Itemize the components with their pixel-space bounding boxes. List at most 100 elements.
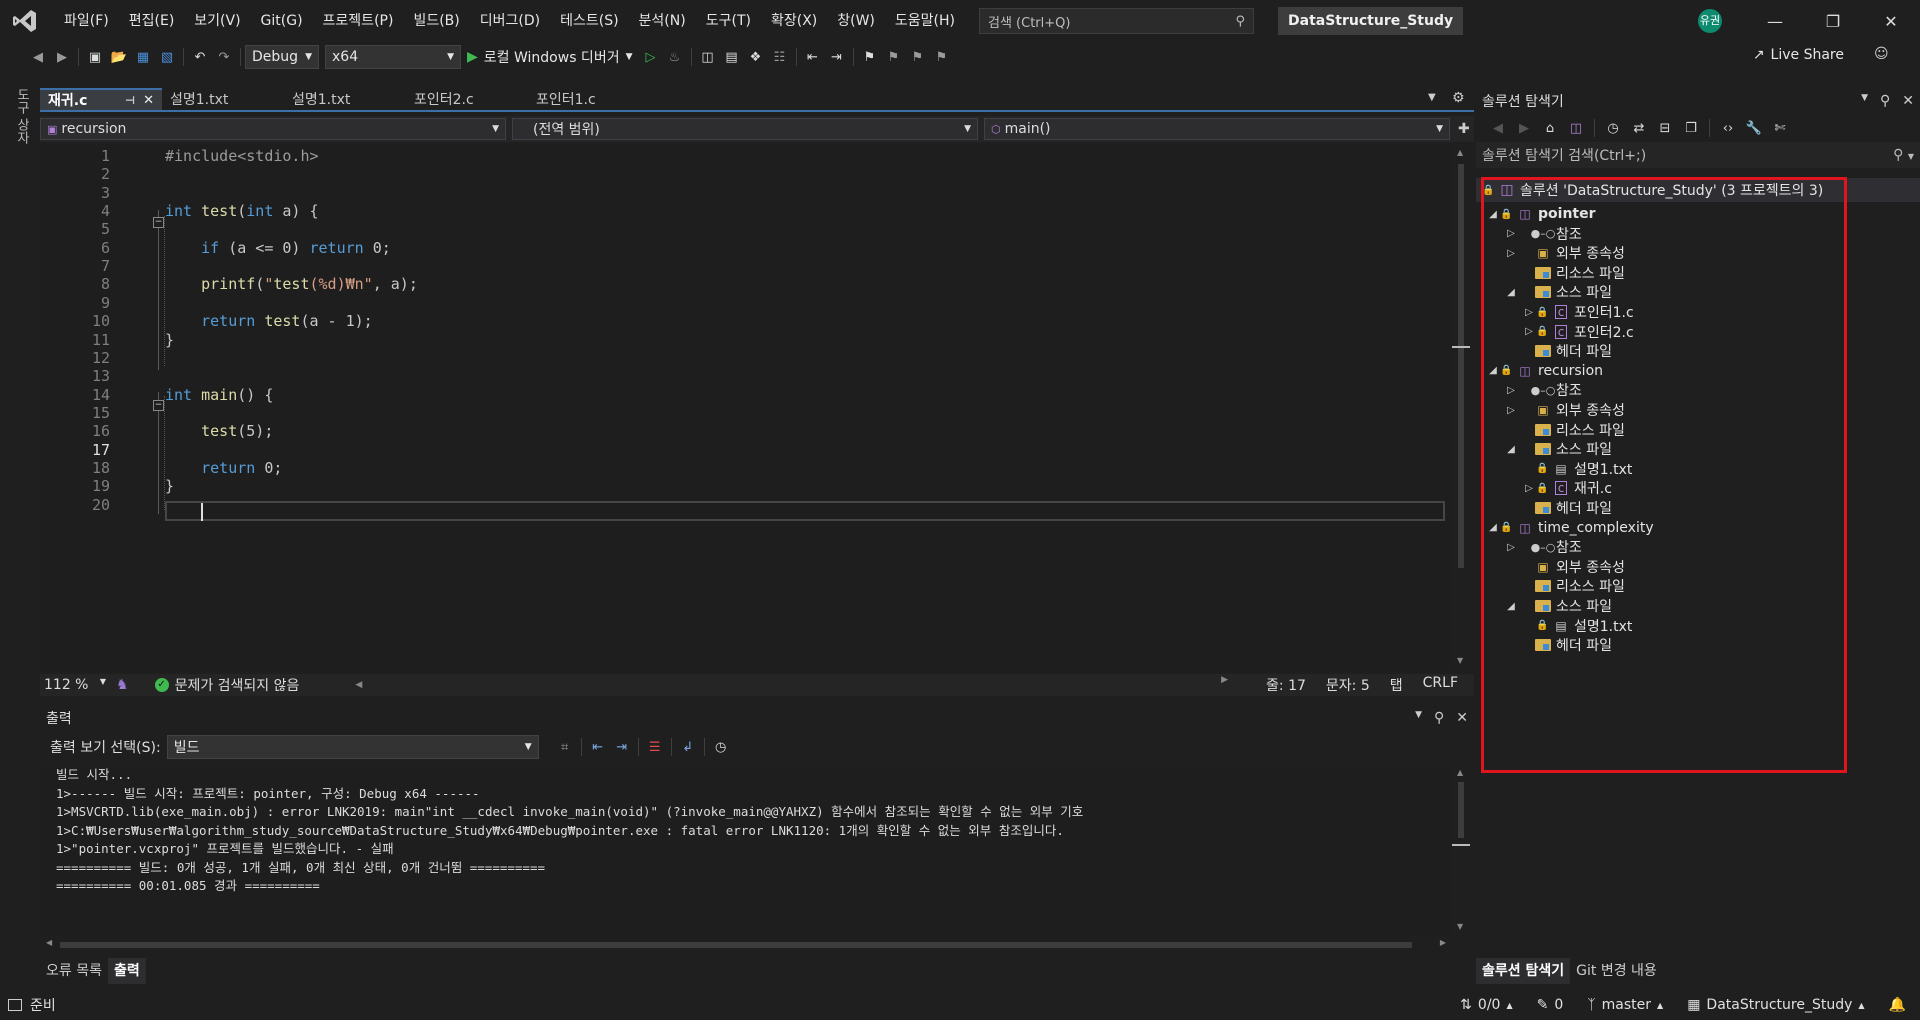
scrollbar-thumb[interactable] [1458,782,1464,838]
select-icon[interactable]: ❖ [744,46,768,68]
bottom-tab[interactable]: 출력 [107,958,146,984]
redo-icon[interactable]: ↷ [212,46,236,68]
undo-icon[interactable]: ↶ [188,46,212,68]
user-avatar[interactable]: 유권 [1698,9,1722,33]
pin-icon[interactable]: ⚲ [1434,710,1444,726]
next-message-icon[interactable]: ⇥ [610,736,634,758]
start-debugging-button[interactable]: ▶ 로컬 Windows 디버거 ▼ [467,47,633,67]
scroll-right-icon[interactable]: ▶ [1440,938,1446,947]
start-without-debugging-icon[interactable]: ▷ [639,46,663,68]
menu-item[interactable]: 확장(X) [761,6,827,36]
menu-item[interactable]: 도구(T) [696,6,761,36]
new-project-icon[interactable]: ▣ [83,46,107,68]
clear-bookmarks-icon[interactable]: ⚑ [930,46,954,68]
eol-indicator[interactable]: CRLF [1423,675,1458,695]
configuration-select[interactable]: Debug ▼ [245,45,319,69]
menu-item[interactable]: 프로젝트(P) [313,6,404,36]
scroll-up-icon[interactable]: ▲ [1457,768,1463,777]
solution-bottom-tab[interactable]: Git 변경 내용 [1570,958,1663,984]
dropdown-icon[interactable]: ▼ [1415,710,1422,726]
toolbox-tab[interactable]: 도구 상자 [12,88,31,144]
open-folder-icon[interactable]: 📂 [107,46,131,68]
output-source-select[interactable]: 빌드 ▼ [166,735,539,759]
column-indicator[interactable]: 문자: 5 [1326,675,1370,695]
output-vertical-scrollbar[interactable]: ▲ ▼ [1452,766,1470,936]
menu-item[interactable]: 편집(E) [119,6,185,36]
pin-tab-icon[interactable]: ⊣ [125,94,135,107]
back-icon[interactable]: ◀ [1486,117,1510,139]
scroll-down-icon[interactable]: ▼ [1457,656,1463,665]
switch-views-icon[interactable]: ◫ [1564,117,1588,139]
solution-explorer-search[interactable]: 솔루션 탐색기 검색(Ctrl+;) ⚲ ▼ [1476,142,1920,168]
notifications-bell-icon[interactable]: 🔔 [1889,997,1906,1013]
menu-item[interactable]: 파일(F) [54,6,119,36]
forward-icon[interactable]: ▶ [1512,117,1536,139]
scroll-left-icon[interactable]: ◀ [355,680,362,690]
show-all-files-icon[interactable]: ❐ [1679,117,1703,139]
prev-message-icon[interactable]: ⇤ [586,736,610,758]
feedback-icon[interactable]: ☺ [1874,46,1889,62]
tab-overflow-icon[interactable]: ▼ [1428,92,1436,103]
close-panel-icon[interactable]: ✕ [1456,710,1468,726]
scroll-down-icon[interactable]: ▼ [1457,922,1463,931]
find-message-icon[interactable]: ⌗ [553,736,577,758]
pin-icon[interactable]: ⚲ [1880,93,1890,109]
code-editor[interactable]: 1 #include<stdio.h> 2 3 4 int test(int a) {5 6… [40,144,1450,670]
zoom-dropdown[interactable]: 112 % ▼ [40,677,110,693]
restore-icon[interactable]: ❐ [1804,12,1862,31]
view-code-icon[interactable]: ‹› [1716,117,1740,139]
scroll-left-icon[interactable]: ◀ [46,938,52,947]
outdent-icon[interactable]: ⇥ [825,46,849,68]
window-layout-icon[interactable]: ▤ [720,46,744,68]
menu-item[interactable]: 분석(N) [629,6,696,36]
next-bookmark-icon[interactable]: ⚑ [906,46,930,68]
indent-indicator[interactable]: 탭 [1390,675,1403,695]
menu-item[interactable]: 디버그(D) [470,6,550,36]
word-wrap-icon[interactable]: ↲ [676,736,700,758]
bookmark-icon[interactable]: ⚑ [858,46,882,68]
indent-icon[interactable]: ⇤ [801,46,825,68]
menu-item[interactable]: 빌드(B) [403,6,469,36]
edit-count[interactable]: ✎ 0 [1537,997,1564,1013]
live-share-button[interactable]: ↗ Live Share [1753,47,1844,63]
scrollbar-thumb[interactable] [60,942,1412,948]
dropdown-icon[interactable]: ▼ [1861,93,1868,109]
project-dropdown[interactable]: ▣ recursion ▼ [40,118,506,140]
menu-item[interactable]: 테스트(S) [550,6,628,36]
output-text[interactable]: 빌드 시작... 1>------ 빌드 시작: 프로젝트: pointer, 구… [40,766,1450,936]
split-editor-icon[interactable]: ✚ [1458,121,1470,137]
close-tab-icon[interactable]: ✕ [143,93,154,108]
line-indicator[interactable]: 줄: 17 [1266,675,1306,695]
line-counts[interactable]: ⇅ 0/0 ▲ [1460,997,1512,1013]
scrollbar-thumb[interactable] [1458,164,1464,568]
menu-item[interactable]: Git(G) [251,6,313,36]
editor-tab[interactable]: 포인터1.c [528,88,650,110]
columns-icon[interactable]: ☷ [768,46,792,68]
pending-changes-filter-icon[interactable]: ◷ [1601,117,1625,139]
member-dropdown[interactable]: ⬡ main() ▼ [984,118,1450,140]
save-icon[interactable]: ▦ [131,46,155,68]
scroll-right-icon[interactable]: ▶ [1221,675,1228,695]
scroll-up-icon[interactable]: ▲ [1457,148,1463,157]
timestamp-icon[interactable]: ◷ [709,736,733,758]
issues-status[interactable]: 문제가 검색되지 않음 [175,675,300,695]
collapse-icon[interactable]: − [153,400,164,411]
forward-icon[interactable]: ▶ [50,46,74,68]
save-all-icon[interactable]: ▧ [155,46,179,68]
visual-studio-logo-icon[interactable] [8,4,42,38]
properties-wrench-icon[interactable]: 🔧 [1742,117,1766,139]
editor-tab[interactable]: 재귀.c ⊣ ✕ [40,88,162,110]
intellicode-icon[interactable]: ♞ [116,677,129,693]
platform-select[interactable]: x64 ▼ [325,45,461,69]
clear-all-icon[interactable]: ☰ [643,736,667,758]
solution-bottom-tab[interactable]: 솔루션 탐색기 [1476,958,1571,984]
menu-item[interactable]: 보기(V) [184,6,250,36]
editor-tab[interactable]: 설명1.txt [162,88,284,110]
solution-explorer-icon[interactable]: ◫ [696,46,720,68]
editor-tab[interactable]: 포인터2.c [406,88,528,110]
bottom-tab[interactable]: 오류 목록 [40,958,108,984]
output-horizontal-scrollbar[interactable]: ◀ ▶ [44,938,1448,952]
preview-icon[interactable]: ✄ [1768,117,1792,139]
sync-icon[interactable]: ⇄ [1627,117,1651,139]
scope-dropdown[interactable]: (전역 범위) ▼ [512,118,978,140]
